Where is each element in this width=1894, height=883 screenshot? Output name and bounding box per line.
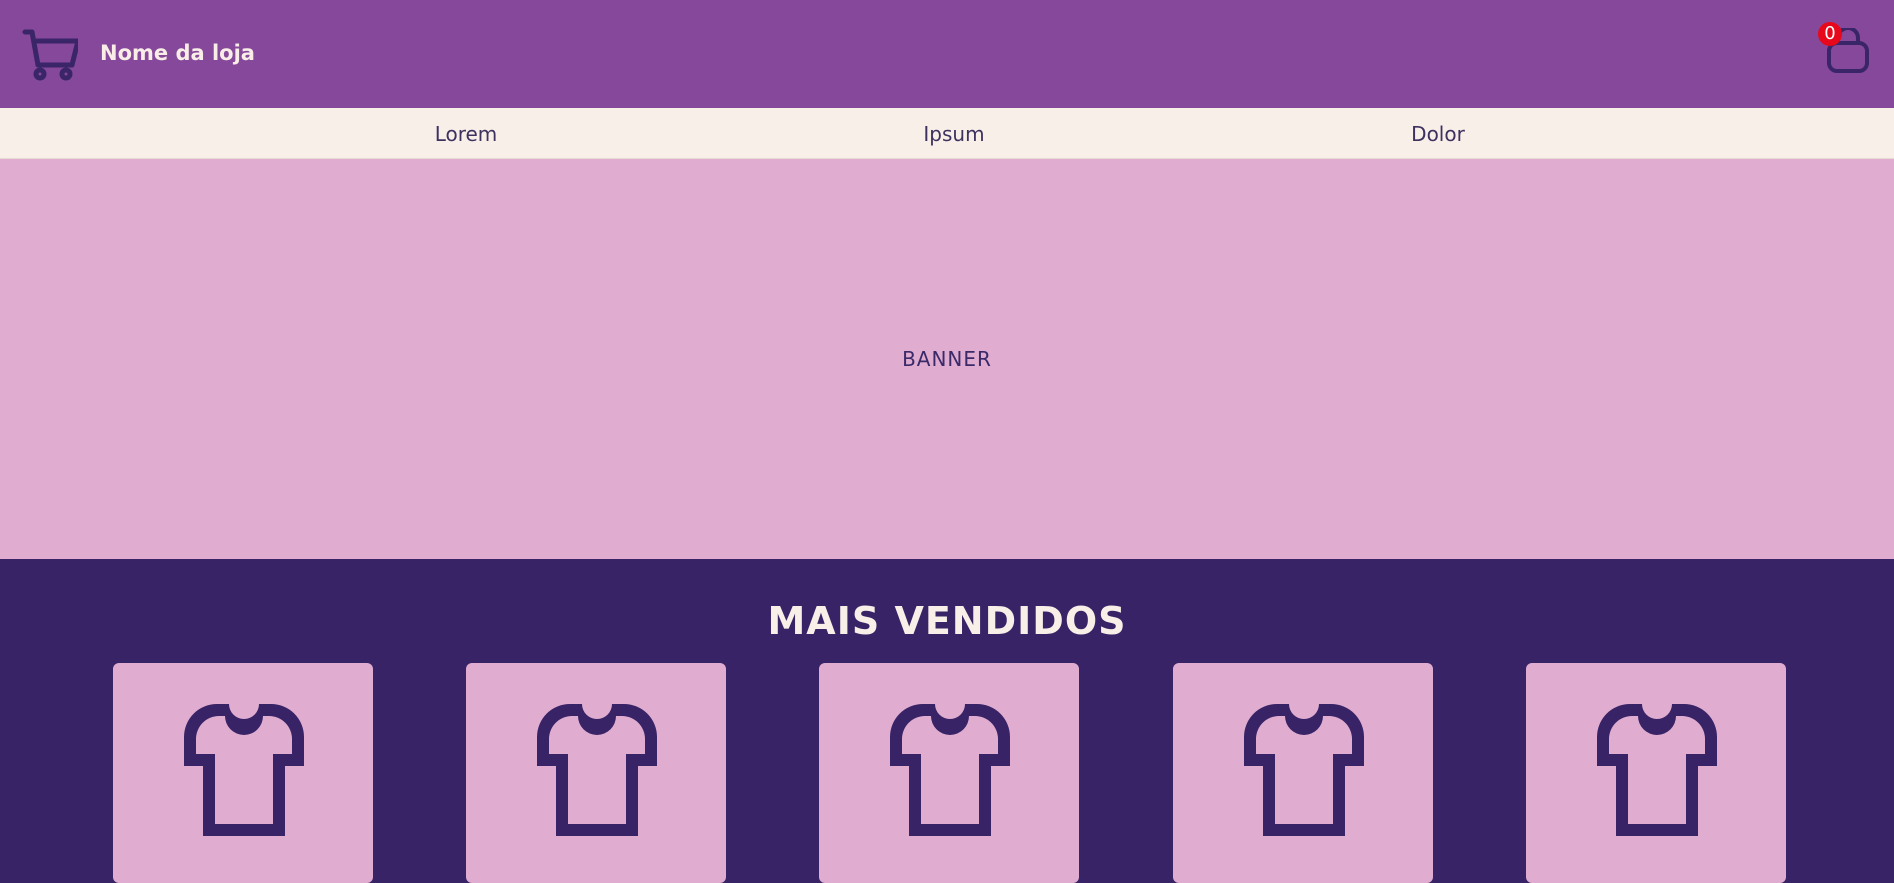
product-card[interactable] bbox=[1173, 663, 1433, 883]
nav-item-dolor[interactable]: Dolor bbox=[1338, 122, 1538, 146]
main-nav: Lorem Ipsum Dolor bbox=[0, 108, 1894, 159]
nav-item-ipsum[interactable]: Ipsum bbox=[854, 122, 1054, 146]
product-card[interactable] bbox=[819, 663, 1079, 883]
t-shirt-icon bbox=[184, 704, 304, 836]
store-name[interactable]: Nome da loja bbox=[100, 41, 255, 65]
product-card[interactable] bbox=[466, 663, 726, 883]
shopping-cart-icon[interactable] bbox=[22, 27, 78, 81]
best-sellers-section: MAIS VENDIDOS bbox=[0, 559, 1894, 883]
banner[interactable]: BANNER bbox=[0, 159, 1894, 559]
t-shirt-icon bbox=[1244, 704, 1364, 836]
cart-count-badge: 0 bbox=[1818, 22, 1842, 46]
site-header: Nome da loja 0 bbox=[0, 0, 1894, 108]
nav-item-lorem[interactable]: Lorem bbox=[366, 122, 566, 146]
cart-button[interactable]: 0 bbox=[1818, 20, 1874, 76]
section-title: MAIS VENDIDOS bbox=[767, 599, 1127, 643]
t-shirt-icon bbox=[537, 704, 657, 836]
product-card[interactable] bbox=[113, 663, 373, 883]
banner-text: BANNER bbox=[902, 347, 992, 371]
t-shirt-icon bbox=[890, 704, 1010, 836]
product-card[interactable] bbox=[1526, 663, 1786, 883]
t-shirt-icon bbox=[1597, 704, 1717, 836]
